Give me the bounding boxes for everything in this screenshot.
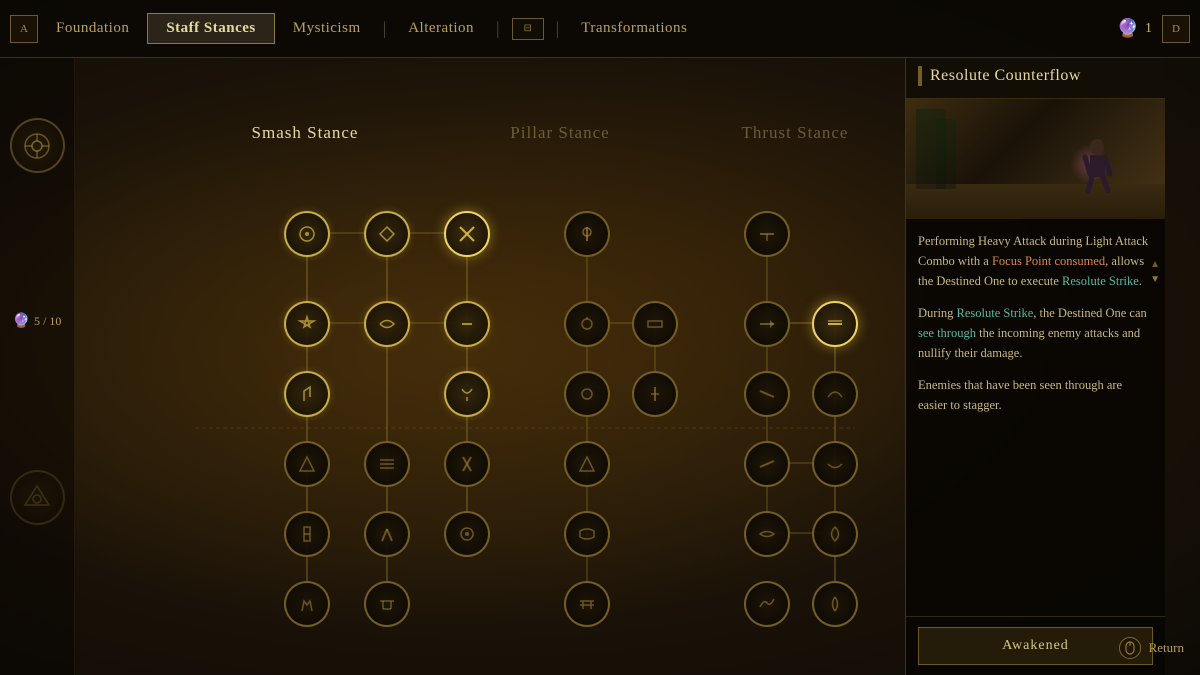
pillar-stance-label: Pillar Stance (510, 123, 609, 142)
skill-node-smash-2-6[interactable] (364, 581, 410, 627)
skill-node-pillar-1-5[interactable] (564, 511, 610, 557)
detail-header: Resolute Counterflow (906, 58, 1165, 99)
controller-right-button[interactable]: D (1162, 15, 1190, 43)
scene-tree-2 (936, 119, 956, 189)
detail-desc-3: Enemies that have been seen through are … (918, 375, 1153, 415)
skill-node-thrust-1-2[interactable] (744, 301, 790, 347)
skill-node-thrust-2-5[interactable] (812, 511, 858, 557)
skill-node-thrust-1-6[interactable] (744, 581, 790, 627)
desc2-middle: , the Destined One can (1033, 306, 1147, 320)
pillar-stance-header: Pillar Stance (485, 123, 635, 143)
skill-points-display: 🔮 5 / 10 (13, 313, 62, 330)
skill-node-pillar-1-2[interactable] (564, 301, 610, 347)
currency-count: 1 (1145, 21, 1152, 37)
skill-node-smash-1-3[interactable] (284, 371, 330, 417)
desc1-highlight1: Focus Point consumed (992, 254, 1105, 268)
nav-icon-symbol: ⊟ (523, 23, 531, 34)
skill-node-smash-2-4[interactable] (364, 441, 410, 487)
char-icon-top[interactable] (10, 118, 65, 173)
skill-node-smash-3-1[interactable] (444, 211, 490, 257)
left-panel: 🔮 5 / 10 (0, 58, 75, 675)
controller-right-label: D (1172, 23, 1180, 35)
skill-node-smash-3-2[interactable] (444, 301, 490, 347)
desc1-suffix: . (1139, 274, 1142, 288)
skill-node-smash-1-4[interactable] (284, 441, 330, 487)
nav-foundation[interactable]: Foundation (38, 14, 147, 43)
return-icon (1119, 637, 1141, 659)
skill-node-smash-2-2[interactable] (364, 301, 410, 347)
return-button[interactable]: Return (1119, 637, 1184, 659)
scroll-down-button[interactable]: ▼ (1150, 274, 1160, 285)
skill-node-smash-3-4[interactable] (444, 441, 490, 487)
skill-node-smash-1-6[interactable] (284, 581, 330, 627)
connector-lines (75, 58, 905, 675)
scene-ground (906, 184, 1165, 219)
nav-separator-3: | (552, 18, 564, 39)
skill-node-thrust-2-6[interactable] (812, 581, 858, 627)
thrust-stance-header: Thrust Stance (705, 123, 885, 143)
skill-node-thrust-1-3[interactable] (744, 371, 790, 417)
nav-currency-area: 🔮 1 (1117, 18, 1152, 39)
skill-node-smash-2-5[interactable] (364, 511, 410, 557)
currency-icon: 🔮 (1117, 18, 1139, 39)
skill-points-area: 🔮 5 / 10 (13, 313, 62, 330)
thrust-stance-label: Thrust Stance (742, 123, 849, 142)
detail-title-bar: Resolute Counterflow (918, 66, 1153, 86)
skill-node-smash-1-2[interactable] (284, 301, 330, 347)
scene-figure-svg (1080, 139, 1115, 194)
skill-node-pillar-1-6[interactable] (564, 581, 610, 627)
controller-left-button[interactable]: A (10, 15, 38, 43)
nav-staff-stances[interactable]: Staff Stances (147, 13, 274, 44)
nav-alteration[interactable]: Alteration (390, 14, 492, 43)
nav-separator-2: | (492, 18, 504, 39)
skill-node-pillar-1-1[interactable] (564, 211, 610, 257)
smash-stance-label: Smash Stance (252, 123, 359, 142)
skill-node-thrust-1-5[interactable] (744, 511, 790, 557)
main-content: 🔮 5 / 10 Smash Stance Pillar Stanc (0, 58, 1200, 675)
detail-text-wrapper: Performing Heavy Attack during Light Att… (906, 219, 1165, 616)
nav-transformations[interactable]: Transformations (563, 14, 705, 43)
skill-node-smash-2-1[interactable] (364, 211, 410, 257)
desc2-highlight1: Resolute Strike (957, 306, 1034, 320)
controller-left-label: A (20, 23, 28, 35)
skill-node-thrust-2-3[interactable] (812, 371, 858, 417)
skill-node-thrust-1-1[interactable] (744, 211, 790, 257)
desc2-highlight2: see through (918, 326, 976, 340)
skill-node-pillar-1-3[interactable] (564, 371, 610, 417)
skill-node-smash-1-5[interactable] (284, 511, 330, 557)
skill-node-thrust-2-4[interactable] (812, 441, 858, 487)
detail-image-scene (906, 99, 1165, 219)
skill-node-smash-1-1[interactable] (284, 211, 330, 257)
skill-tree: Smash Stance Pillar Stance Thrust Stance (75, 58, 905, 675)
skill-node-pillar-2-3[interactable] (632, 371, 678, 417)
skill-node-smash-3-5[interactable] (444, 511, 490, 557)
detail-image (906, 99, 1165, 219)
return-label: Return (1149, 640, 1184, 656)
skill-node-pillar-1-4[interactable] (564, 441, 610, 487)
detail-text: Performing Heavy Attack during Light Att… (906, 219, 1165, 439)
detail-panel: Resolute Counterflow (905, 58, 1165, 675)
stance-headers: Smash Stance Pillar Stance Thrust Stance (195, 123, 885, 143)
detail-desc-1: Performing Heavy Attack during Light Att… (918, 231, 1153, 291)
scroll-up-button[interactable]: ▲ (1150, 259, 1160, 270)
char-icon-mid[interactable] (10, 470, 65, 525)
skill-points-icon: 🔮 (13, 313, 30, 330)
nav-separator-1: | (379, 18, 391, 39)
desc2-prefix: During (918, 306, 957, 320)
scroll-controls: ▲ ▼ (1150, 259, 1160, 285)
detail-title-line (918, 66, 922, 86)
mouse-icon (1123, 641, 1137, 655)
detail-title: Resolute Counterflow (930, 67, 1081, 85)
nav-mysticism[interactable]: Mysticism (275, 14, 379, 43)
skill-points-value: 5 / 10 (34, 314, 61, 329)
skill-node-pillar-2-2[interactable] (632, 301, 678, 347)
skill-node-smash-3-3[interactable] (444, 371, 490, 417)
skill-node-thrust-1-4[interactable] (744, 441, 790, 487)
nav-icon-placeholder: ⊟ (512, 18, 544, 40)
desc1-highlight2: Resolute Strike (1062, 274, 1139, 288)
smash-stance-header: Smash Stance (195, 123, 415, 143)
detail-desc-2: During Resolute Strike, the Destined One… (918, 303, 1153, 363)
skill-node-thrust-2-2[interactable] (812, 301, 858, 347)
navbar: A Foundation Staff Stances Mysticism | A… (0, 0, 1200, 58)
